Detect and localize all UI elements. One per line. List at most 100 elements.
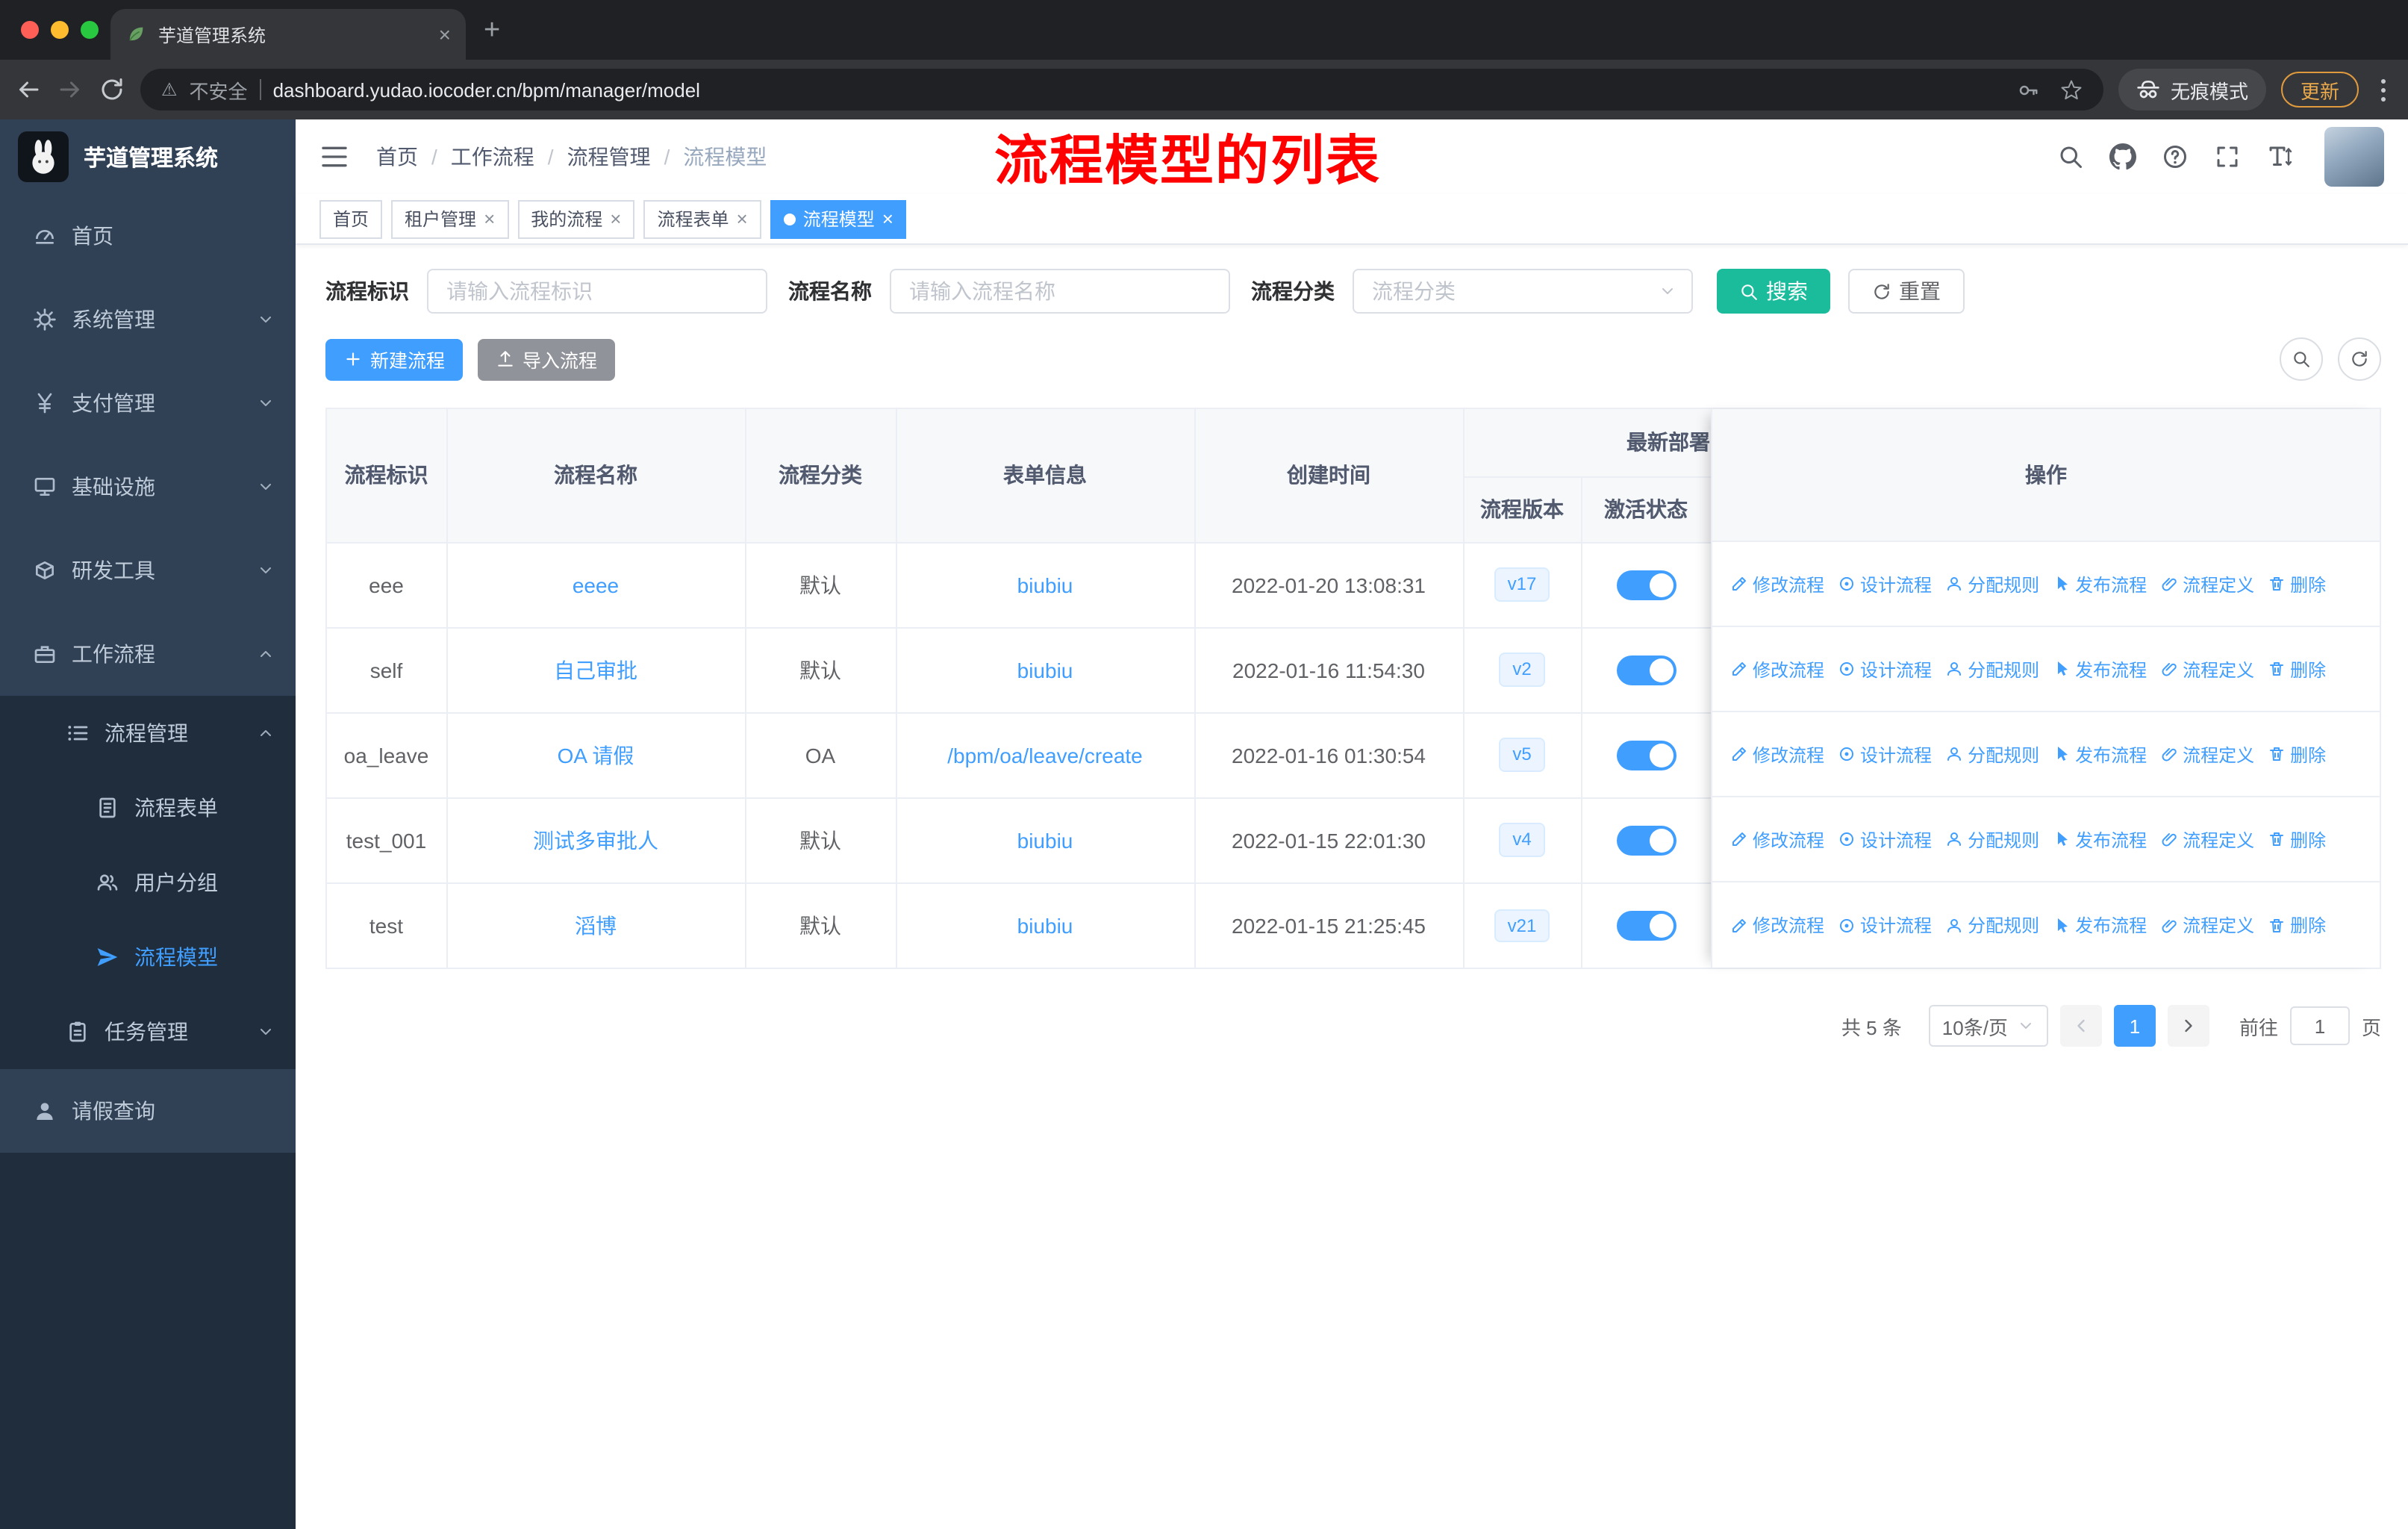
modify-flow-link[interactable]: 修改流程: [1730, 571, 1824, 597]
sidebar-item-system[interactable]: 系统管理: [0, 278, 296, 361]
sidebar-item-dev-tools[interactable]: 研发工具: [0, 529, 296, 612]
window-zoom-button[interactable]: [81, 21, 99, 39]
import-flow-button[interactable]: 导入流程: [478, 338, 616, 380]
publish-flow-link[interactable]: 发布流程: [2053, 571, 2147, 597]
flow-definition-link[interactable]: 流程定义: [2160, 656, 2254, 682]
modify-flow-link[interactable]: 修改流程: [1730, 826, 1824, 852]
sidebar-item-payment[interactable]: 支付管理: [0, 361, 296, 445]
flow-definition-link[interactable]: 流程定义: [2160, 741, 2254, 767]
sidebar-item-task-management[interactable]: 任务管理: [0, 994, 296, 1069]
form-info-link[interactable]: biubiu: [1017, 573, 1073, 597]
delete-link[interactable]: 删除: [2268, 741, 2326, 767]
page-1-button[interactable]: 1: [2113, 1005, 2156, 1047]
form-info-link[interactable]: /bpm/oa/leave/create: [947, 743, 1143, 767]
form-info-link[interactable]: biubiu: [1017, 914, 1073, 938]
flow-name-link[interactable]: OA 请假: [558, 743, 634, 767]
reload-button[interactable]: [99, 76, 125, 103]
close-icon[interactable]: ×: [882, 209, 893, 228]
active-toggle[interactable]: [1616, 740, 1676, 770]
search-button[interactable]: 搜索: [1717, 269, 1830, 314]
close-icon[interactable]: ×: [737, 209, 748, 228]
sidebar-toggle-button[interactable]: [319, 142, 349, 172]
sidebar-item-process-model[interactable]: 流程模型: [0, 920, 296, 994]
assign-rule-link[interactable]: 分配规则: [1945, 656, 2039, 682]
github-icon[interactable]: [2109, 143, 2136, 170]
flow-definition-link[interactable]: 流程定义: [2160, 826, 2254, 852]
help-icon[interactable]: [2162, 143, 2189, 170]
sidebar-item-process-form[interactable]: 流程表单: [0, 770, 296, 845]
new-tab-button[interactable]: +: [484, 15, 500, 48]
close-icon[interactable]: ×: [484, 209, 495, 228]
window-minimize-button[interactable]: [51, 21, 69, 39]
browser-tab[interactable]: 芋道管理系统 ×: [110, 9, 466, 60]
active-toggle[interactable]: [1616, 655, 1676, 685]
forward-button[interactable]: [57, 76, 84, 103]
design-flow-link[interactable]: 设计流程: [1838, 912, 1932, 938]
design-flow-link[interactable]: 设计流程: [1838, 826, 1932, 852]
delete-link[interactable]: 删除: [2268, 656, 2326, 682]
search-icon[interactable]: [2057, 143, 2084, 170]
delete-link[interactable]: 删除: [2268, 912, 2326, 938]
breadcrumb-workflow[interactable]: 工作流程: [451, 142, 534, 172]
refresh-table-button[interactable]: [2338, 337, 2381, 381]
close-icon[interactable]: ×: [610, 209, 621, 228]
flow-definition-link[interactable]: 流程定义: [2160, 912, 2254, 938]
prev-page-button[interactable]: [2059, 1005, 2102, 1047]
design-flow-link[interactable]: 设计流程: [1838, 656, 1932, 682]
flow-name-link[interactable]: 自己审批: [554, 658, 637, 682]
tag-flow-form[interactable]: 流程表单 ×: [643, 199, 761, 238]
sidebar-item-leave-query[interactable]: 请假查询: [0, 1069, 296, 1153]
assign-rule-link[interactable]: 分配规则: [1945, 741, 2039, 767]
flow-name-link[interactable]: 滔博: [575, 914, 617, 938]
breadcrumb-home[interactable]: 首页: [376, 142, 418, 172]
assign-rule-link[interactable]: 分配规则: [1945, 912, 2039, 938]
sidebar-item-workflow[interactable]: 工作流程: [0, 612, 296, 696]
publish-flow-link[interactable]: 发布流程: [2053, 656, 2147, 682]
back-button[interactable]: [15, 76, 42, 103]
sidebar-item-process-management[interactable]: 流程管理: [0, 696, 296, 770]
tag-flow-model[interactable]: 流程模型 ×: [770, 199, 907, 238]
flow-category-select[interactable]: 流程分类: [1353, 269, 1693, 314]
sidebar-item-infrastructure[interactable]: 基础设施: [0, 445, 296, 529]
font-size-icon[interactable]: [2266, 143, 2293, 170]
breadcrumb-process-management[interactable]: 流程管理: [567, 142, 651, 172]
publish-flow-link[interactable]: 发布流程: [2053, 741, 2147, 767]
flow-definition-link[interactable]: 流程定义: [2160, 571, 2254, 597]
design-flow-link[interactable]: 设计流程: [1838, 571, 1932, 597]
update-button[interactable]: 更新: [2280, 72, 2359, 108]
tag-my-flow[interactable]: 我的流程 ×: [517, 199, 635, 238]
reset-button[interactable]: 重置: [1848, 269, 1965, 314]
delete-link[interactable]: 删除: [2268, 826, 2326, 852]
tab-close-icon[interactable]: ×: [439, 24, 451, 45]
publish-flow-link[interactable]: 发布流程: [2053, 912, 2147, 938]
modify-flow-link[interactable]: 修改流程: [1730, 912, 1824, 938]
assign-rule-link[interactable]: 分配规则: [1945, 826, 2039, 852]
tag-home[interactable]: 首页: [319, 199, 383, 238]
flow-name-link[interactable]: 测试多审批人: [533, 828, 658, 852]
next-page-button[interactable]: [2167, 1005, 2209, 1047]
tag-tenant[interactable]: 租户管理 ×: [391, 199, 509, 238]
password-key-icon[interactable]: [2017, 78, 2039, 101]
flow-id-input[interactable]: [427, 269, 767, 314]
form-info-link[interactable]: biubiu: [1017, 658, 1073, 682]
active-toggle[interactable]: [1616, 570, 1676, 600]
modify-flow-link[interactable]: 修改流程: [1730, 741, 1824, 767]
assign-rule-link[interactable]: 分配规则: [1945, 571, 2039, 597]
publish-flow-link[interactable]: 发布流程: [2053, 826, 2147, 852]
delete-link[interactable]: 删除: [2268, 571, 2326, 597]
active-toggle[interactable]: [1616, 825, 1676, 855]
modify-flow-link[interactable]: 修改流程: [1730, 656, 1824, 682]
user-avatar[interactable]: [2324, 127, 2384, 187]
address-bar[interactable]: ⚠ 不安全 dashboard.yudao.iocoder.cn/bpm/man…: [140, 69, 2103, 110]
form-info-link[interactable]: biubiu: [1017, 828, 1073, 852]
create-flow-button[interactable]: 新建流程: [325, 338, 464, 380]
fullscreen-icon[interactable]: [2214, 143, 2241, 170]
sidebar-item-home[interactable]: 首页: [0, 194, 296, 278]
window-close-button[interactable]: [21, 21, 39, 39]
browser-menu-button[interactable]: [2374, 78, 2393, 101]
active-toggle[interactable]: [1616, 910, 1676, 941]
toggle-search-button[interactable]: [2280, 337, 2323, 381]
flow-name-link[interactable]: eeee: [573, 573, 619, 597]
page-size-select[interactable]: 10条/页: [1928, 1005, 2048, 1047]
sidebar-item-user-group[interactable]: 用户分组: [0, 845, 296, 920]
